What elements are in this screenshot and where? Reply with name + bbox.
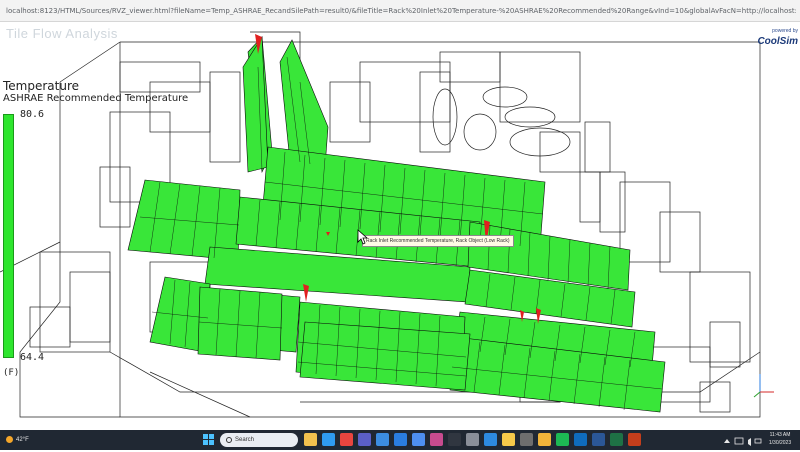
teams-icon[interactable] xyxy=(358,433,371,446)
terminal-icon[interactable] xyxy=(448,433,461,446)
legend-min-value: 64.4 xyxy=(20,352,45,363)
calendar-icon[interactable] xyxy=(412,433,425,446)
url-text[interactable]: localhost:8123/HTML/Sources/RVZ_viewer.h… xyxy=(6,4,796,18)
settings-icon[interactable] xyxy=(466,433,479,446)
outlook-icon[interactable] xyxy=(574,433,587,446)
notes-icon[interactable] xyxy=(502,433,515,446)
rack-row-front-2 xyxy=(197,286,283,361)
rack-blocks xyxy=(127,36,666,413)
viewer-watermark-title: Tile Flow Analysis xyxy=(6,26,118,41)
mouse-cursor-icon xyxy=(357,229,369,245)
weather-temperature: 42°F xyxy=(16,437,29,443)
legend-max-value: 80.6 xyxy=(20,109,45,120)
vscode-icon[interactable] xyxy=(484,433,497,446)
weather-sun-icon xyxy=(6,435,13,443)
start-button[interactable] xyxy=(203,434,215,446)
hot-spot-marker xyxy=(303,284,309,302)
browser-address-bar[interactable]: localhost:8123/HTML/Sources/RVZ_viewer.h… xyxy=(0,0,800,22)
legend-color-bar xyxy=(3,114,14,358)
word-icon[interactable] xyxy=(592,433,605,446)
folder-icon[interactable] xyxy=(538,433,551,446)
data-center-3d-scene[interactable] xyxy=(0,22,800,430)
file-explorer-icon[interactable] xyxy=(304,433,317,446)
powerpoint-icon[interactable] xyxy=(628,433,641,446)
legend-title: Temperature xyxy=(3,79,80,93)
orientation-axes-icon xyxy=(753,374,774,398)
object-tooltip: Rack Inlet Recommended Temperature, Rack… xyxy=(362,235,514,247)
photos-icon[interactable] xyxy=(430,433,443,446)
rack-row-front-4 xyxy=(299,321,471,391)
coolsim-logo: powered by CoolSim xyxy=(757,28,798,56)
windows-taskbar: 42°F Search 11:43 AM 1/30/2023 xyxy=(0,430,800,450)
system-tray[interactable] xyxy=(722,434,762,446)
search-label: Search xyxy=(235,437,255,443)
camera-icon[interactable] xyxy=(520,433,533,446)
legend-subtitle: ASHRAE Recommended Temperature xyxy=(3,93,189,104)
3d-viewer-canvas[interactable]: Tile Flow Analysis Temperature ASHRAE Re… xyxy=(0,22,800,430)
logo-powered-by: powered by xyxy=(772,28,798,34)
logo-name: CoolSim xyxy=(757,36,798,47)
chrome-icon[interactable] xyxy=(340,433,353,446)
taskbar-clock[interactable]: 11:43 AM 1/30/2023 xyxy=(762,431,798,447)
legend-unit: (F) xyxy=(3,368,20,378)
rack-panel-tall-mid xyxy=(242,36,269,173)
edge-icon[interactable] xyxy=(322,433,335,446)
clock-date: 1/30/2023 xyxy=(768,440,792,446)
excel-icon[interactable] xyxy=(610,433,623,446)
mail-icon[interactable] xyxy=(394,433,407,446)
taskbar-search-box[interactable]: Search xyxy=(220,433,298,447)
weather-widget[interactable]: 42°F xyxy=(6,433,29,447)
store-icon[interactable] xyxy=(376,433,389,446)
search-icon xyxy=(226,437,232,443)
spotify-icon[interactable] xyxy=(556,433,569,446)
clock-time: 11:43 AM xyxy=(769,432,791,438)
